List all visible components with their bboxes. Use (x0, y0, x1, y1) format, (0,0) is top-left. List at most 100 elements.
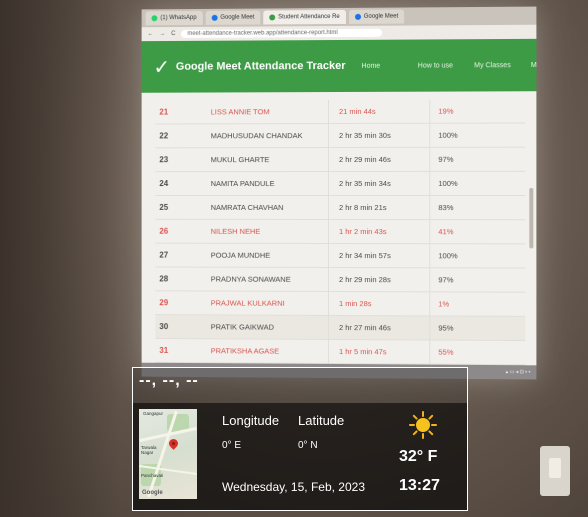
latitude-value: 0° N (298, 440, 318, 451)
location-text: --, --, -- (139, 372, 199, 390)
latitude-label: Latitude (298, 413, 344, 428)
switch-knob (549, 458, 561, 478)
longitude-value: 0° E (222, 440, 241, 451)
table-cell-percent: 97% (429, 148, 499, 171)
attendance-table: 21 LISS ANNIE TOM 21 min 44s 19% 22 MADHUSUDA… (155, 99, 525, 379)
table-cell-percent: 19% (429, 99, 499, 122)
table-cell-num: 27 (155, 251, 198, 260)
browser-tab[interactable]: Student Attendance Re (263, 10, 345, 25)
table-row: 26 NILESH NEHE 1 hr 2 min 43s 41% (155, 220, 525, 245)
table-cell-name: NILESH NEHE (199, 227, 328, 236)
table-cell-duration: 1 hr 2 min 43s (328, 220, 429, 243)
table-cell-name: PRADNYA SONAWANE (199, 275, 328, 284)
table-cell-duration: 2 hr 29 min 28s (328, 268, 429, 291)
table-row: 30 PRATIK GAIKWAD 2 hr 27 min 46s 95% (155, 315, 525, 341)
forward-icon[interactable]: → (159, 31, 165, 37)
table-cell-duration: 2 hr 35 min 30s (328, 124, 429, 147)
map-label: Gangapur (143, 411, 163, 416)
table-cell-percent: 100% (429, 124, 499, 147)
tab-label: Student Attendance Re (278, 14, 340, 20)
table-cell-name: NAMITA PANDULE (199, 179, 328, 188)
longitude-label: Longitude (222, 413, 279, 428)
table-cell-num: 25 (155, 203, 198, 212)
table-row: 25 NAMRATA CHAVHAN 2 hr 8 min 21s 83% (155, 196, 525, 220)
nav-link[interactable]: How to use (418, 61, 456, 70)
table-cell-name: PRATIK GAIKWAD (199, 322, 328, 332)
tab-favicon-icon (151, 15, 157, 21)
gps-info-panel: Gangapur Tarwala Nagar Panchavati Google… (133, 403, 467, 510)
checkmark-icon: ✓ (153, 54, 170, 79)
nav-link[interactable]: My Classes (474, 61, 512, 70)
tab-favicon-icon (269, 14, 275, 20)
table-row: 29 PRAJWAL KULKARNI 1 min 28s 1% (155, 291, 525, 317)
temperature-text: 32° F (399, 448, 437, 466)
table-cell-duration: 2 hr 29 min 46s (328, 148, 429, 171)
table-cell-name: PRAJWAL KULKARNI (199, 298, 328, 308)
map-brand: Google (142, 490, 163, 496)
table-cell-num: 26 (155, 227, 198, 236)
nav-link[interactable]: Home (362, 61, 400, 70)
system-tray-icons: ▴ ▭ ◂ ⊡ ▪ ▪ (506, 369, 531, 375)
tab-label: Google Meet (220, 15, 254, 21)
table-row: 24 NAMITA PANDULE 2 hr 35 min 34s 100% (155, 172, 525, 196)
table-cell-num: 24 (155, 179, 198, 188)
reload-icon[interactable]: C (171, 31, 175, 37)
table-cell-duration: 21 min 44s (328, 100, 429, 123)
table-cell-name: PRATIKSHA AGASE (199, 346, 328, 356)
table-cell-percent: 95% (429, 316, 499, 339)
table-cell-num: 21 (155, 107, 198, 116)
projected-screen: (1) WhatsApp Google Meet Student Attendanc… (142, 7, 537, 380)
nav-link[interactable]: My Reports (531, 60, 537, 69)
table-cell-duration: 1 hr 5 min 47s (328, 340, 429, 364)
table-cell-num: 22 (155, 131, 198, 140)
app-title: Google Meet Attendance Tracker (176, 60, 346, 73)
table-cell-duration: 1 min 28s (328, 292, 429, 315)
table-cell-name: LISS ANNIE TOM (199, 107, 328, 116)
table-row: 22 MADHUSUDAN CHANDAK 2 hr 35 min 30s 100% (155, 123, 525, 148)
nav-links: HomeHow to useMy ClassesMy ReportsDonate (362, 60, 537, 70)
map-label: Panchavati (141, 473, 163, 478)
table-cell-num: 23 (155, 155, 198, 164)
table-cell-duration: 2 hr 8 min 21s (328, 196, 429, 219)
time-text: 13:27 (399, 477, 440, 495)
table-cell-duration: 2 hr 34 min 57s (328, 244, 429, 267)
table-cell-name: NAMRATA CHAVHAN (199, 203, 328, 212)
table-cell-duration: 2 hr 35 min 34s (328, 172, 429, 195)
map-label: Tarwala Nagar (141, 445, 167, 455)
table-cell-num: 29 (155, 298, 198, 307)
location-pin-center (172, 442, 175, 445)
table-row: 23 MUKUL GHARTE 2 hr 29 min 46s 97% (155, 148, 525, 172)
table-cell-percent: 1% (429, 292, 499, 315)
table-cell-percent: 41% (429, 220, 499, 243)
table-row: 21 LISS ANNIE TOM 21 min 44s 19% (155, 99, 525, 124)
table-cell-percent: 100% (429, 172, 499, 195)
table-row: 27 POOJA MUNDHE 2 hr 34 min 57s 100% (155, 244, 525, 269)
wall-shadow (0, 0, 120, 517)
table-cell-num: 28 (155, 274, 198, 283)
table-cell-name: MUKUL GHARTE (199, 155, 328, 164)
tab-favicon-icon (355, 14, 361, 20)
map-thumbnail: Gangapur Tarwala Nagar Panchavati Google (139, 409, 197, 499)
gps-overlay: --, --, -- Gangapur Tarwala Nagar Pancha… (132, 367, 468, 511)
table-cell-name: POOJA MUNDHE (199, 251, 328, 260)
table-cell-percent: 97% (429, 268, 499, 291)
tab-label: Google Meet (364, 14, 398, 20)
wall-switch (540, 446, 570, 496)
table-cell-duration: 2 hr 27 min 46s (328, 316, 429, 340)
table-cell-percent: 83% (429, 196, 499, 219)
table-cell-name: MADHUSUDAN CHANDAK (199, 131, 328, 140)
browser-tab[interactable]: (1) WhatsApp (146, 11, 203, 25)
sun-icon (409, 411, 437, 439)
url-field[interactable]: meet-attendance-tracker.web.app/attendan… (181, 29, 382, 38)
browser-tab[interactable]: Google Meet (349, 10, 404, 24)
tab-favicon-icon (211, 15, 217, 21)
browser-tab[interactable]: Google Meet (205, 11, 260, 25)
table-cell-num: 31 (155, 346, 198, 355)
tab-label: (1) WhatsApp (160, 15, 196, 21)
table-cell-percent: 55% (429, 341, 499, 365)
table-row: 28 PRADNYA SONAWANE 2 hr 29 min 28s 97% (155, 267, 525, 292)
scrollbar[interactable] (529, 188, 533, 248)
back-icon[interactable]: ← (148, 31, 154, 37)
date-text: Wednesday, 15, Feb, 2023 (222, 480, 365, 494)
table-row: 31 PRATIKSHA AGASE 1 hr 5 min 47s 55% (155, 339, 525, 365)
